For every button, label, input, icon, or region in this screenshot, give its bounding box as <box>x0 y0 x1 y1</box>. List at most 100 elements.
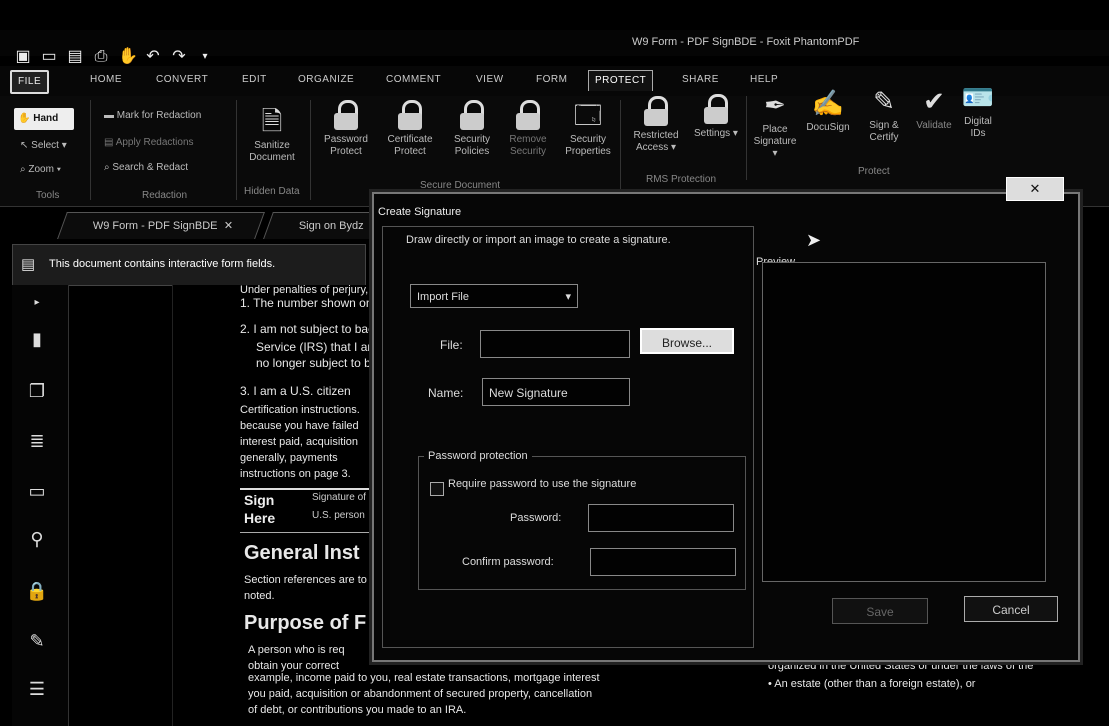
padlock-icon <box>332 100 360 130</box>
ribbon-separator <box>746 96 747 180</box>
tab-view[interactable]: VIEW <box>470 70 510 90</box>
here-label: Here <box>244 510 276 526</box>
name-label: Name: <box>428 386 464 400</box>
close-icon: ✕ <box>1029 181 1041 196</box>
signature-preview-area <box>762 262 1046 582</box>
bookmark-icon[interactable]: ▮ <box>24 326 50 352</box>
signature-name-field[interactable]: New Signature <box>482 378 630 406</box>
password-protection-label: Password protection <box>424 450 532 462</box>
confirm-password-field[interactable] <box>590 548 736 576</box>
remove-lock-icon <box>514 100 542 130</box>
apply-redactions-icon: ▤ <box>104 137 114 148</box>
app-logo-icon[interactable]: ▣ <box>14 48 32 66</box>
search-redact-icon: ⌕ <box>104 162 110 173</box>
open-folder-icon[interactable]: ▭ <box>40 48 58 66</box>
form-icon: ▤ <box>21 256 36 273</box>
tab-form[interactable]: FORM <box>530 70 573 90</box>
save-icon[interactable]: ▤ <box>66 48 84 66</box>
restricted-lock-icon <box>642 96 670 126</box>
hand-icon[interactable]: ✋ <box>118 48 138 66</box>
ribbon-separator <box>310 100 311 200</box>
tab-comment[interactable]: COMMENT <box>380 70 447 90</box>
digital-id-icon: 🪪 <box>961 82 995 112</box>
password-protect-button[interactable]: Password Protect <box>318 100 374 158</box>
tab-share[interactable]: SHARE <box>676 70 725 90</box>
doc-line: example, income paid to you, real estate… <box>248 672 600 684</box>
general-instructions-heading: General Inst <box>244 542 360 564</box>
certificate-protect-button[interactable]: Certificate Protect <box>380 100 440 158</box>
dropdown-icon[interactable]: ▾ <box>196 48 214 66</box>
signatures-icon[interactable]: ✎ <box>24 628 50 654</box>
tab-edit[interactable]: EDIT <box>236 70 273 90</box>
file-label: File: <box>440 338 463 352</box>
docusign-button[interactable]: ✍ DocuSign <box>800 88 856 134</box>
password-label: Password: <box>510 512 562 524</box>
undo-icon[interactable]: ↶ <box>144 48 162 66</box>
sign-label: Sign <box>244 492 275 508</box>
expand-panel-icon[interactable]: ▸ <box>24 290 50 316</box>
sanitize-document-icon: 🗎 <box>261 106 283 136</box>
tab-organize[interactable]: ORGANIZE <box>292 70 360 90</box>
doc-line: noted. <box>244 590 275 602</box>
file-path-field[interactable] <box>480 330 630 358</box>
print-icon[interactable]: ⎙ <box>92 48 110 66</box>
doc-line: 3. I am a U.S. citizen <box>240 384 351 398</box>
certificate-lock-icon <box>396 100 424 130</box>
form-fields-notice: ▤ This document contains interactive for… <box>12 244 366 286</box>
select-tool-button[interactable]: ↖ Select ▾ <box>20 140 67 152</box>
cancel-button[interactable]: Cancel <box>964 596 1058 622</box>
validate-button[interactable]: ✔ Validate <box>910 86 958 132</box>
doc-line: interest paid, acquisition <box>240 436 359 448</box>
docusign-icon: ✍ <box>811 88 845 118</box>
comments-icon[interactable]: ▭ <box>24 478 50 504</box>
signature-of-label: Signature of <box>312 492 366 503</box>
doc-line: A person who is req <box>248 644 345 656</box>
require-password-checkbox[interactable] <box>430 482 444 496</box>
tab-help[interactable]: HELP <box>744 70 784 90</box>
us-person-label: U.S. person <box>312 510 365 521</box>
tab-protect[interactable]: PROTECT <box>588 70 654 91</box>
digital-ids-button[interactable]: 🪪 Digital IDs <box>958 82 998 140</box>
doc-line: generally, payments <box>240 452 338 464</box>
close-tab-icon[interactable]: ✕ <box>224 213 233 239</box>
purpose-heading: Purpose of F <box>244 612 367 634</box>
doc-line: you paid, acquisition or abandonment of … <box>248 688 593 700</box>
pages-icon[interactable]: ❐ <box>24 378 50 404</box>
doc-line: because you have failed <box>240 420 359 432</box>
rms-settings-button[interactable]: Settings ▾ <box>688 94 744 140</box>
hand-tool-button[interactable]: ✋ Hand <box>14 108 74 130</box>
security-policies-button[interactable]: Security Policies <box>444 100 500 158</box>
search-redact-button[interactable]: ⌕ Search & Redact <box>104 162 188 174</box>
redo-icon[interactable]: ↷ <box>170 48 188 66</box>
layers-icon[interactable]: ≣ <box>24 428 50 454</box>
group-label-hidden-data: Hidden Data <box>244 186 300 197</box>
tab-convert[interactable]: CONVERT <box>150 70 214 90</box>
security-icon[interactable]: 🔒 <box>24 578 50 604</box>
sanitize-document-button[interactable]: 🗎 Sanitize Document <box>244 106 300 164</box>
group-label-secure-document: Secure Document <box>420 180 501 191</box>
restricted-access-button[interactable]: Restricted Access ▾ <box>624 96 688 154</box>
security-properties-button[interactable]: 🗔 Security Properties <box>558 100 618 158</box>
doc-tab-w9[interactable]: W9 Form - PDF SignBDE ✕ <box>57 212 265 239</box>
remove-security-button[interactable]: Remove Security <box>500 100 556 158</box>
settings-lock-icon <box>702 94 730 124</box>
sign-certify-button[interactable]: ✎ Sign & Certify <box>856 86 912 144</box>
browse-button[interactable]: Browse... <box>640 328 734 354</box>
tab-home[interactable]: HOME <box>84 70 128 90</box>
place-signature-button[interactable]: ✒ Place Signature ▾ <box>752 90 798 160</box>
zoom-icon: ⌕ <box>20 164 26 175</box>
signature-method-select[interactable]: Import File ▾ <box>410 284 578 308</box>
zoom-tool-button[interactable]: ⌕ Zoom ▾ <box>20 164 61 176</box>
save-button[interactable]: Save <box>832 598 928 624</box>
fields-icon[interactable]: ☰ <box>24 676 50 702</box>
tab-file[interactable]: FILE <box>10 70 50 94</box>
password-field[interactable] <box>588 504 734 532</box>
mark-for-redaction-button[interactable]: ▬ Mark for Redaction <box>104 110 201 122</box>
attachments-icon[interactable]: ⚲ <box>24 526 50 552</box>
apply-redactions-button[interactable]: ▤ Apply Redactions <box>104 137 194 149</box>
hand-tool-icon: ✋ <box>18 113 31 124</box>
ribbon-separator <box>620 100 621 190</box>
group-label-tools: Tools <box>36 190 60 201</box>
pen-icon: ✒ <box>764 90 786 120</box>
close-dialog-button[interactable]: ✕ <box>1006 177 1064 201</box>
